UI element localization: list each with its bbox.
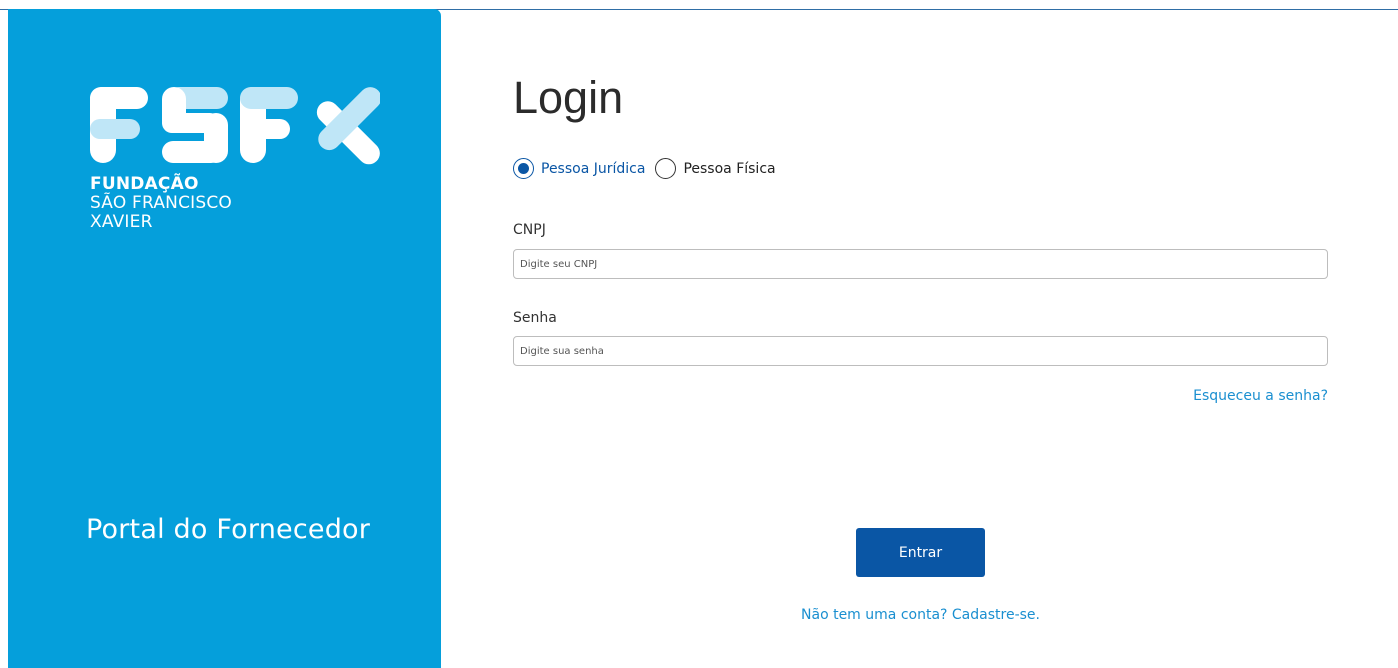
login-form: Login Pessoa Jurídica Pessoa Física CNPJ…	[513, 0, 1328, 668]
portal-title: Portal do Fornecedor	[86, 514, 371, 545]
foundation-name: FUNDAÇÃO SÃO FRANCISCO XAVIER	[90, 175, 232, 232]
person-type-radio-group: Pessoa Jurídica Pessoa Física	[513, 158, 786, 179]
radio-unchecked-icon[interactable]	[655, 158, 677, 179]
cnpj-input[interactable]	[513, 249, 1328, 279]
radio-pessoa-juridica[interactable]: Pessoa Jurídica	[513, 158, 645, 179]
signup-link[interactable]: Não tem uma conta? Cadastre-se.	[513, 607, 1328, 623]
fsfx-logo-icon	[90, 87, 380, 165]
logo-line-2: SÃO FRANCISCO	[90, 193, 232, 213]
password-label: Senha	[513, 310, 557, 326]
password-input[interactable]	[513, 336, 1328, 366]
cnpj-label: CNPJ	[513, 222, 546, 238]
page-title: Login	[513, 72, 624, 123]
login-button[interactable]: Entrar	[856, 528, 985, 577]
forgot-password-link[interactable]: Esqueceu a senha?	[1193, 388, 1328, 404]
brand-panel: FUNDAÇÃO SÃO FRANCISCO XAVIER Portal do …	[8, 9, 441, 668]
logo-line-1: FUNDAÇÃO	[90, 174, 199, 194]
radio-checked-icon[interactable]	[513, 158, 534, 179]
radio-label: Pessoa Jurídica	[541, 160, 646, 177]
radio-pessoa-fisica[interactable]: Pessoa Física	[655, 158, 776, 179]
radio-label: Pessoa Física	[683, 160, 776, 177]
logo-line-3: XAVIER	[90, 212, 153, 232]
